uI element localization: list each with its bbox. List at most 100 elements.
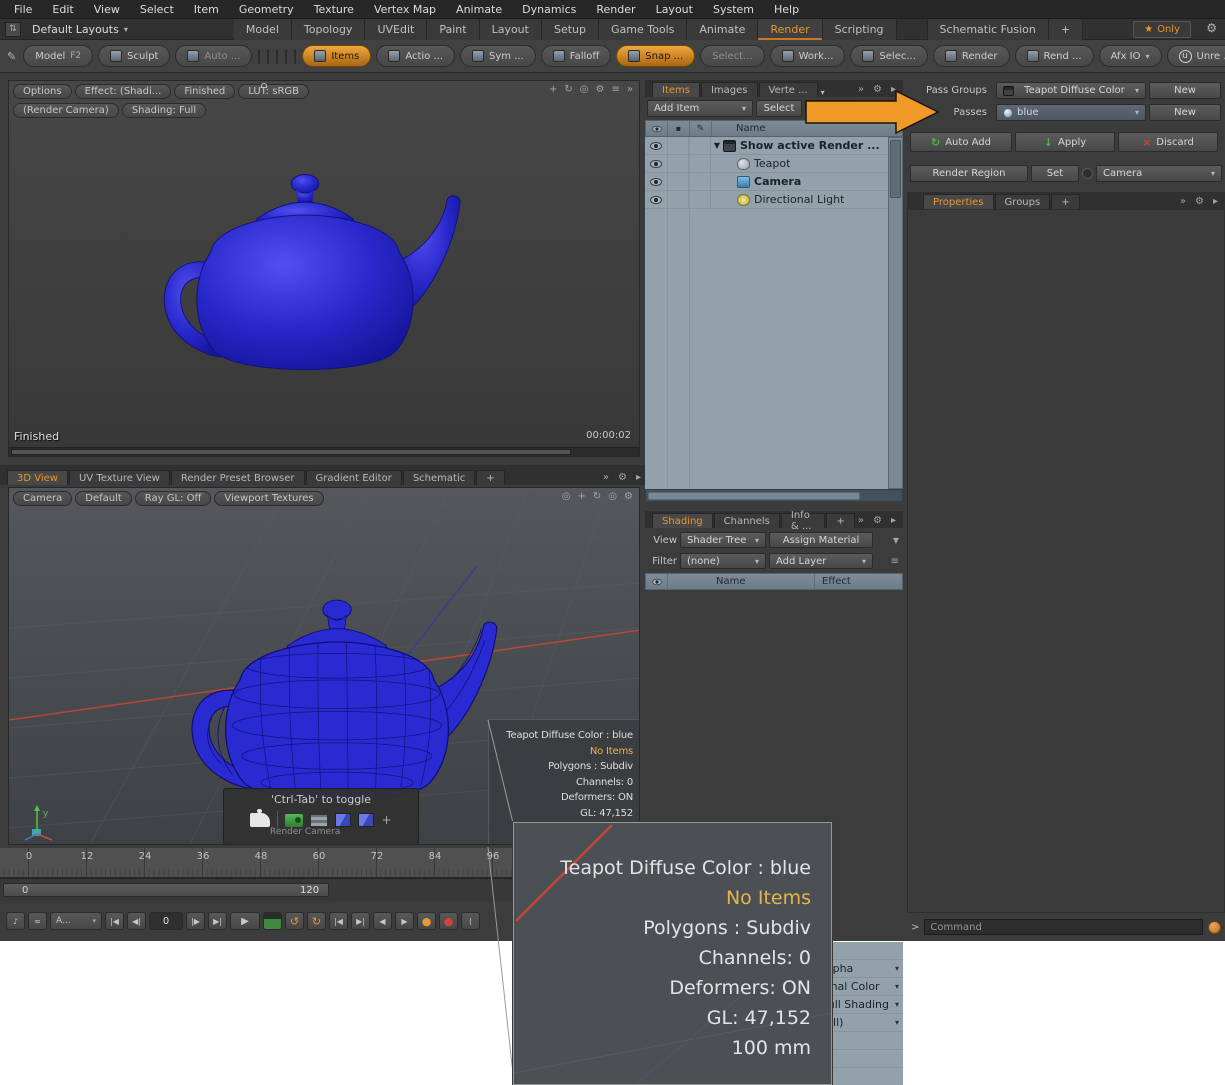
key-back-button[interactable]: ◀: [373, 912, 392, 930]
pass-group-dropdown[interactable]: Teapot Diffuse Color▾: [996, 82, 1146, 99]
menu-item[interactable]: Layout: [646, 0, 703, 19]
expand-icon[interactable]: »: [601, 472, 611, 483]
expand-icon[interactable]: »: [625, 84, 635, 95]
properties-tab[interactable]: Properties: [923, 194, 994, 209]
anim-editor-button[interactable]: ≈: [28, 912, 47, 930]
properties-tab[interactable]: +: [1051, 194, 1079, 209]
toolbar-button[interactable]: uFalloff▾: [541, 45, 612, 67]
rotate-icon[interactable]: ↻: [562, 84, 574, 95]
viewport-tab[interactable]: Schematic: [403, 470, 475, 485]
render-camera-icon[interactable]: [285, 814, 303, 827]
mesh-preset-icon[interactable]: [250, 813, 270, 827]
gear-icon[interactable]: ⚙: [616, 472, 629, 483]
funnel-icon[interactable]: ▼: [885, 104, 895, 113]
menu-arrow-icon[interactable]: ▸: [634, 472, 643, 483]
pencil-icon[interactable]: ✎: [7, 50, 16, 63]
shading-panel-tab[interactable]: +: [826, 513, 854, 528]
shading-panel-tab[interactable]: Info & ...: [781, 513, 826, 528]
render-viewport-control[interactable]: (Render Camera): [13, 103, 119, 118]
select-button[interactable]: Select: [756, 100, 802, 117]
menu-item[interactable]: Vertex Map: [364, 0, 446, 19]
discard-button[interactable]: ×Discard: [1118, 132, 1218, 152]
cube-icon[interactable]: [258, 49, 260, 64]
region-toggle-led[interactable]: [1082, 168, 1093, 179]
gear-icon[interactable]: ⚙: [1193, 196, 1206, 207]
cube-icon[interactable]: [294, 49, 296, 64]
viewport-tab[interactable]: UV Texture View: [69, 470, 170, 485]
pan-icon[interactable]: +: [547, 84, 559, 95]
current-frame-field[interactable]: 0: [149, 912, 183, 930]
filter-caret-icon[interactable]: ▾: [897, 104, 901, 113]
toolbar-button[interactable]: uUnre ...▾: [1167, 45, 1225, 67]
layout-tab[interactable]: Scripting: [823, 19, 897, 40]
viewport-tab[interactable]: +: [476, 470, 504, 485]
menu-item[interactable]: Geometry: [229, 0, 304, 19]
item-row[interactable]: ▼ Camera: [645, 173, 888, 191]
toolbar-button[interactable]: uSelec...▾: [850, 45, 927, 67]
items-vertical-scrollbar[interactable]: [888, 137, 903, 489]
cube-icon[interactable]: [267, 49, 269, 64]
delete-key-button[interactable]: ●: [439, 912, 458, 930]
funnel-icon[interactable]: ▼: [891, 536, 901, 545]
menu-item[interactable]: Texture: [304, 0, 364, 19]
menu-item[interactable]: View: [84, 0, 130, 19]
menu-item[interactable]: Dynamics: [512, 0, 586, 19]
pass-dropdown[interactable]: blue▾: [996, 104, 1146, 121]
toolbar-button[interactable]: uSnap ...▾: [616, 45, 695, 67]
menu-item[interactable]: Select: [130, 0, 184, 19]
prev-keyframe-button[interactable]: |◀: [329, 912, 348, 930]
viewport-3d-control[interactable]: Viewport Textures: [214, 491, 323, 506]
key-forward-button[interactable]: ▶: [395, 912, 414, 930]
items-panel-tab[interactable]: Images: [701, 82, 758, 97]
gear-icon[interactable]: ⚙: [1206, 21, 1217, 35]
filter-dropdown[interactable]: (none)▾: [680, 553, 766, 569]
viewport-3d-control[interactable]: Ray GL: Off: [135, 491, 212, 506]
items-horizontal-scrollbar[interactable]: [645, 489, 903, 502]
render-viewport-control[interactable]: Options: [13, 84, 72, 99]
autokey-dropdown[interactable]: A...: [50, 912, 102, 930]
list-icon[interactable]: ≡: [609, 84, 621, 95]
auto-add-button[interactable]: ↻Auto Add: [910, 132, 1012, 152]
layout-tab[interactable]: Paint: [427, 19, 479, 40]
viewport-tab[interactable]: 3D View: [7, 470, 68, 485]
paren-indicator[interactable]: (: [461, 912, 480, 930]
toolbar-button[interactable]: uWork...▾: [770, 45, 846, 67]
render-viewport-control[interactable]: Effect: (Shadi...: [75, 84, 172, 99]
add-icon[interactable]: +: [381, 813, 391, 827]
layout-switch-icon[interactable]: ⇅: [5, 22, 21, 37]
properties-tab[interactable]: Groups: [995, 194, 1051, 209]
toolbar-button[interactable]: uAfx IO▾: [1099, 45, 1162, 67]
rotate-icon[interactable]: ↻: [591, 491, 603, 502]
menu-arrow-icon[interactable]: ▸: [889, 84, 898, 95]
viewport-3d[interactable]: CameraDefaultRay GL: OffViewport Texture…: [8, 487, 640, 845]
item-row[interactable]: ▼ Teapot: [645, 155, 888, 173]
menu-item[interactable]: File: [4, 0, 42, 19]
render-scrollbar[interactable]: [9, 447, 639, 456]
filter-button[interactable]: Filter: [805, 100, 851, 117]
zoom-icon[interactable]: ◎: [578, 84, 591, 95]
command-input[interactable]: Command: [924, 919, 1203, 935]
shading-panel-tab[interactable]: Channels: [714, 513, 780, 528]
cube-item-icon[interactable]: [358, 813, 374, 827]
new-pass-group-button[interactable]: New: [1149, 82, 1221, 99]
viewport-3d-control[interactable]: Default: [75, 491, 132, 506]
layout-tab[interactable]: Setup: [542, 19, 599, 40]
layout-tab[interactable]: UVEdit: [365, 19, 427, 40]
visibility-eye-icon[interactable]: [650, 160, 662, 168]
search-icon[interactable]: ◎: [606, 491, 619, 502]
cube-item-icon[interactable]: [335, 813, 351, 827]
new-pass-button[interactable]: New: [1149, 104, 1221, 121]
default-layouts-dropdown[interactable]: Default Layouts▾: [26, 23, 134, 36]
toolbar-button[interactable]: uSym ...▾: [460, 45, 536, 67]
toolbar-button[interactable]: uItems▾: [302, 45, 371, 67]
layout-tab[interactable]: Model: [234, 19, 292, 40]
toolbar-button[interactable]: uActio ...▾: [376, 45, 455, 67]
gear-icon[interactable]: ⚙: [871, 515, 884, 526]
menu-item[interactable]: Item: [184, 0, 229, 19]
goto-start-button[interactable]: |◀: [105, 912, 124, 930]
shading-panel-tab[interactable]: Shading: [652, 513, 713, 528]
render-viewport-control[interactable]: LUT: sRGB: [238, 84, 309, 99]
next-keyframe-button[interactable]: ▶|: [351, 912, 370, 930]
menu-item[interactable]: Help: [764, 0, 809, 19]
layout-tab[interactable]: Schematic Fusion: [927, 19, 1049, 40]
